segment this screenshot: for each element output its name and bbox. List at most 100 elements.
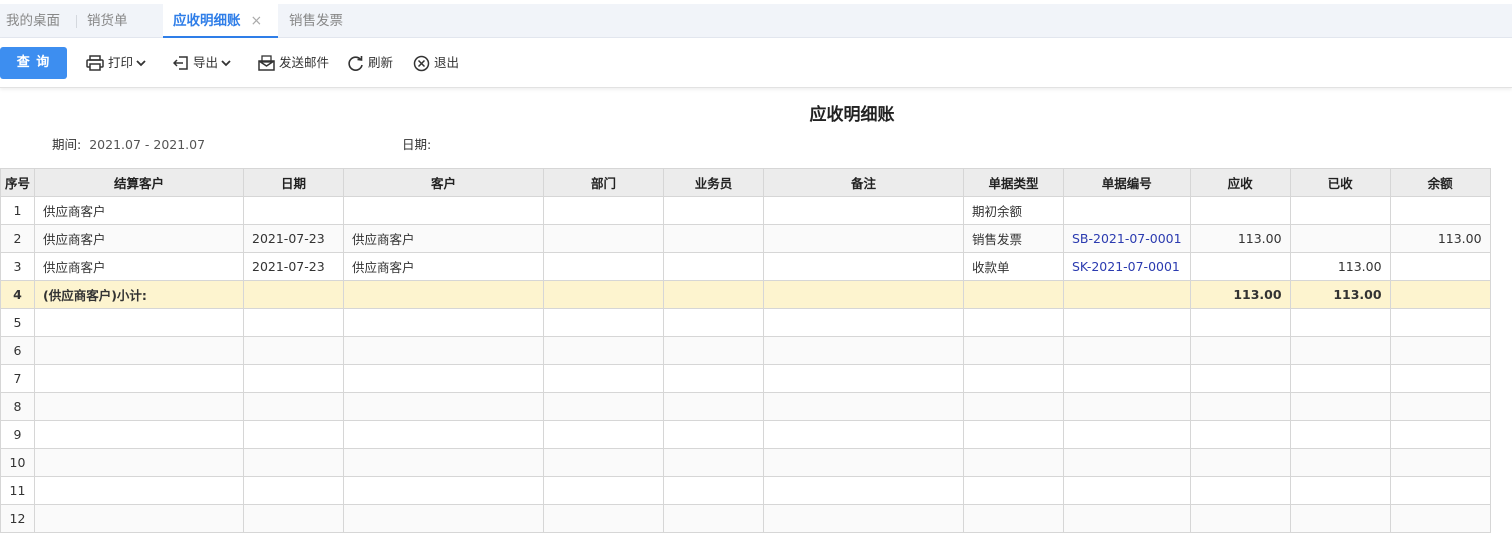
remark-cell	[763, 308, 964, 337]
column-header[interactable]: 余额	[1389, 168, 1491, 197]
document-type-cell	[963, 308, 1064, 337]
received-cell: 113.00	[1289, 280, 1391, 309]
customer-cell	[343, 280, 544, 309]
department-cell	[543, 476, 664, 505]
document-number-cell[interactable]	[1063, 364, 1191, 393]
row-number-cell: 12	[0, 504, 35, 533]
document-type-cell	[963, 336, 1064, 365]
table-row[interactable]: 3 供应商客户 2021-07-23 供应商客户 收款单 SK-2021-07-0001 1…	[0, 252, 1491, 281]
customer-cell	[343, 420, 544, 449]
column-header[interactable]: 业务员	[663, 168, 764, 197]
salesperson-cell	[663, 252, 764, 281]
receivable-detail-table: 序号 结算客户 日期 客户 部门 业务员 备注 单据类型 单据编号 应收 已收 …	[0, 168, 1491, 533]
date-cell: 2021-07-23	[243, 252, 344, 281]
date-field: 日期:	[402, 134, 431, 153]
balance-cell	[1389, 308, 1491, 337]
table-row[interactable]: 8	[0, 392, 1491, 421]
table-row[interactable]: 11	[0, 476, 1491, 505]
receivable-cell	[1189, 392, 1291, 421]
balance-cell: 113.00	[1389, 224, 1491, 253]
table-row[interactable]: 5	[0, 308, 1491, 337]
document-type-cell	[963, 448, 1064, 477]
document-number-cell[interactable]	[1063, 504, 1191, 533]
balance-cell	[1389, 364, 1491, 393]
row-number-cell: 7	[0, 364, 35, 393]
receivable-cell	[1189, 252, 1291, 281]
date-cell	[243, 336, 344, 365]
customer-cell: 供应商客户	[343, 252, 544, 281]
date-cell	[243, 420, 344, 449]
department-cell	[543, 392, 664, 421]
print-button[interactable]: 打印	[86, 52, 146, 74]
department-cell	[543, 224, 664, 253]
customer-cell	[343, 448, 544, 477]
table-row[interactable]: 9	[0, 420, 1491, 449]
column-header[interactable]: 单据类型	[963, 168, 1064, 197]
refresh-button[interactable]: 刷新	[347, 52, 393, 74]
received-cell	[1289, 476, 1391, 505]
table-row[interactable]: 10	[0, 448, 1491, 477]
tab-my-desktop[interactable]: 我的桌面	[6, 4, 60, 38]
document-number-cell[interactable]	[1063, 196, 1191, 225]
balance-cell	[1389, 448, 1491, 477]
subtotal-row[interactable]: 4 (供应商客户)小计: 113.00 113.00	[0, 280, 1491, 309]
department-cell	[543, 280, 664, 309]
document-type-cell: 收款单	[963, 252, 1064, 281]
query-button[interactable]: 查 询	[0, 47, 67, 79]
table-row[interactable]: 12	[0, 504, 1491, 533]
column-header[interactable]: 已收	[1289, 168, 1391, 197]
row-number-cell: 1	[0, 196, 35, 225]
column-header[interactable]: 备注	[763, 168, 964, 197]
column-header[interactable]: 日期	[243, 168, 344, 197]
table-row[interactable]: 7	[0, 364, 1491, 393]
column-header[interactable]: 应收	[1189, 168, 1291, 197]
export-icon	[173, 56, 188, 70]
document-number-cell[interactable]	[1063, 448, 1191, 477]
document-number-cell[interactable]	[1063, 336, 1191, 365]
salesperson-cell	[663, 476, 764, 505]
department-cell	[543, 252, 664, 281]
column-header[interactable]: 部门	[543, 168, 664, 197]
table-row[interactable]: 2 供应商客户 2021-07-23 供应商客户 销售发票 SB-2021-07-0001…	[0, 224, 1491, 253]
tab-sales-delivery[interactable]: 销货单	[87, 4, 128, 38]
column-header[interactable]: 客户	[343, 168, 544, 197]
date-cell	[243, 504, 344, 533]
period-label: 期间:	[52, 137, 82, 152]
document-type-cell	[963, 364, 1064, 393]
tab-receivable-detail[interactable]: 应收明细账 ×	[163, 4, 278, 38]
received-cell	[1289, 504, 1391, 533]
date-cell: 2021-07-23	[243, 224, 344, 253]
settlement-customer-cell	[34, 392, 244, 421]
document-number-cell[interactable]: SK-2021-07-0001	[1063, 252, 1191, 281]
customer-cell	[343, 392, 544, 421]
tab-sales-invoice[interactable]: 销售发票	[289, 4, 343, 38]
document-number-cell[interactable]	[1063, 308, 1191, 337]
column-header[interactable]: 序号	[0, 168, 35, 197]
remark-cell	[763, 224, 964, 253]
document-number-cell[interactable]	[1063, 420, 1191, 449]
column-header[interactable]: 结算客户	[34, 168, 244, 197]
send-email-label: 发送邮件	[279, 55, 330, 70]
exit-button[interactable]: 退出	[413, 52, 459, 74]
document-number-cell[interactable]	[1063, 280, 1191, 309]
balance-cell	[1389, 476, 1491, 505]
received-cell	[1289, 420, 1391, 449]
received-cell	[1289, 364, 1391, 393]
chevron-down-icon	[221, 60, 231, 67]
export-button[interactable]: 导出	[173, 52, 231, 74]
document-number-cell[interactable]: SB-2021-07-0001	[1063, 224, 1191, 253]
document-number-cell[interactable]	[1063, 392, 1191, 421]
send-email-button[interactable]: 发送邮件	[258, 52, 329, 74]
document-number-cell[interactable]	[1063, 476, 1191, 505]
salesperson-cell	[663, 448, 764, 477]
received-cell	[1289, 308, 1391, 337]
settlement-customer-cell	[34, 448, 244, 477]
row-number-cell: 9	[0, 420, 35, 449]
department-cell	[543, 364, 664, 393]
date-cell	[243, 196, 344, 225]
table-row[interactable]: 1 供应商客户 期初余额	[0, 196, 1491, 225]
close-icon[interactable]: ×	[251, 13, 263, 29]
table-row[interactable]: 6	[0, 336, 1491, 365]
column-header[interactable]: 单据编号	[1063, 168, 1191, 197]
remark-cell	[763, 280, 964, 309]
